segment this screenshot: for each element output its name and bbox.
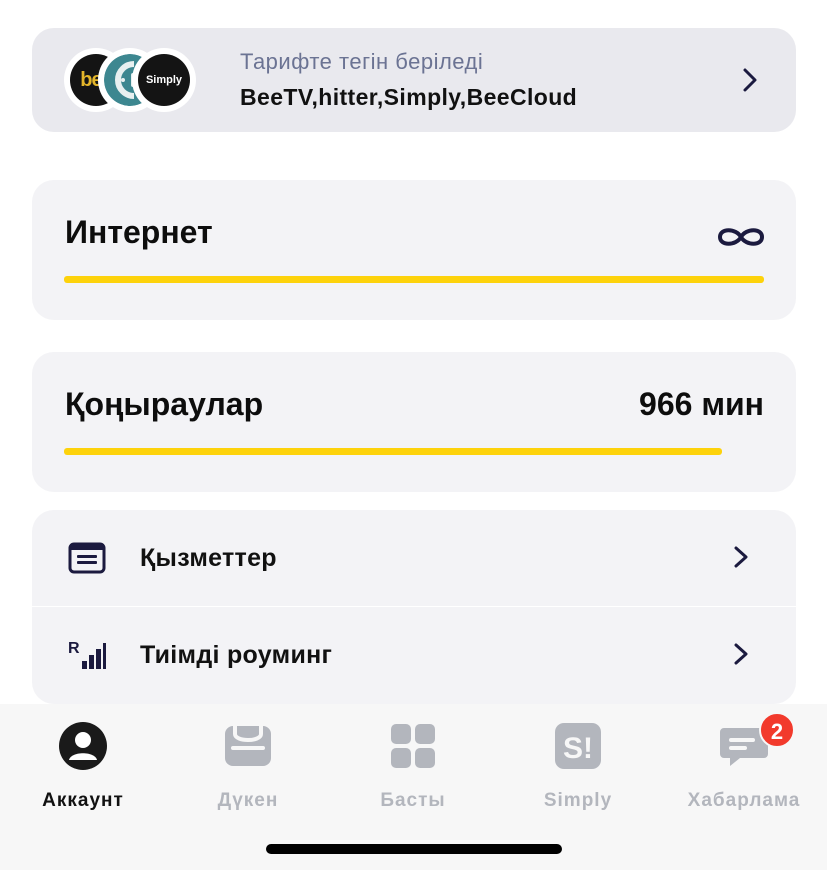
- chevron-right-icon: [734, 546, 748, 568]
- calls-progress-fill: [64, 448, 722, 455]
- tab-simply[interactable]: S! Simply: [498, 718, 658, 811]
- internet-balance-card[interactable]: Интернет: [32, 180, 796, 320]
- internet-progress-fill: [64, 276, 764, 283]
- internet-progress-bar: [64, 276, 764, 283]
- calls-balance-card[interactable]: Қоңыраулар 966 мин: [32, 352, 796, 492]
- infinity-icon: [717, 228, 765, 246]
- tab-label: Дүкен: [217, 790, 279, 811]
- roaming-signal-icon: R: [68, 640, 106, 669]
- internet-title: Интернет: [65, 214, 213, 250]
- svg-text:S!: S!: [563, 732, 593, 765]
- shop-icon: [225, 726, 271, 766]
- calls-title: Қоңыраулар: [65, 386, 264, 422]
- calls-progress-bar: [64, 448, 764, 455]
- bottom-tab-bar: Аккаунт Дүкен Басты S! Simply 2 Хабарлам…: [0, 704, 827, 870]
- free-services-banner[interactable]: bee Simply Тарифте тегін беріледі BeeTV,…: [32, 28, 796, 132]
- tab-messages[interactable]: 2 Хабарлама: [664, 712, 824, 811]
- calls-remaining-value: 966 мин: [639, 386, 764, 422]
- promo-title: BeeTV,hitter,Simply,BeeCloud: [240, 84, 578, 110]
- tab-shop[interactable]: Дүкен: [168, 718, 328, 811]
- home-grid-icon: [391, 724, 435, 768]
- chevron-right-icon: [734, 643, 748, 665]
- home-indicator: [266, 844, 562, 854]
- account-icon: [59, 722, 107, 770]
- tab-account[interactable]: Аккаунт: [3, 718, 163, 811]
- promo-subtitle: Тарифте тегін беріледі: [240, 49, 484, 74]
- svg-text:R: R: [68, 640, 80, 657]
- simply-icon: S!: [555, 723, 601, 769]
- list-item-label: Тиімді роуминг: [140, 641, 333, 669]
- notification-badge: 2: [759, 712, 795, 748]
- tab-label: Аккаунт: [42, 790, 124, 811]
- list-item-services[interactable]: Қызметтер: [32, 510, 796, 606]
- list-item-label: Қызметтер: [140, 544, 277, 572]
- tab-home[interactable]: Басты: [333, 718, 493, 811]
- tab-label: Басты: [380, 790, 446, 811]
- tab-label: Хабарлама: [687, 790, 801, 811]
- simply-logo: Simply: [132, 48, 196, 112]
- chevron-right-icon[interactable]: [740, 66, 760, 94]
- tab-label: Simply: [543, 790, 613, 811]
- services-icon: [68, 542, 106, 574]
- list-item-roaming[interactable]: R Тиімді роуминг: [32, 607, 796, 703]
- services-list: Қызметтер R Тиімді роуминг: [32, 510, 796, 704]
